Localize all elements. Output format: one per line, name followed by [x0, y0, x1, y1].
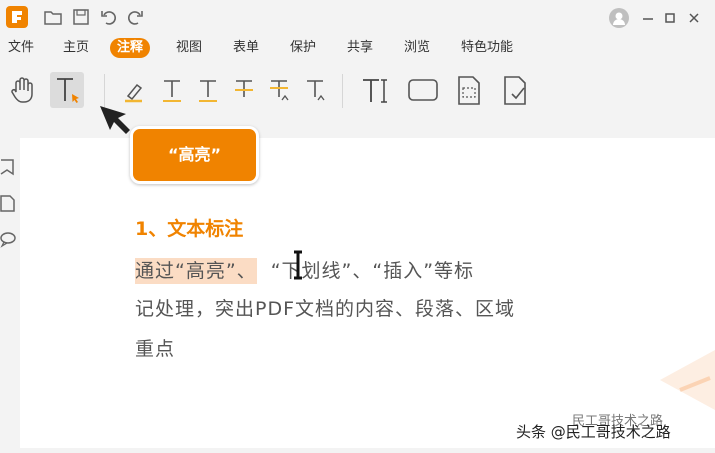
squiggly-text-icon[interactable] — [191, 72, 225, 108]
text-cursor-icon — [291, 250, 305, 284]
body-line-3: 重点 — [135, 338, 176, 360]
maximize-icon[interactable] — [662, 10, 678, 26]
toolbar-separator — [104, 74, 105, 108]
save-icon[interactable] — [70, 6, 92, 28]
undo-icon[interactable] — [98, 6, 120, 28]
close-icon[interactable] — [686, 10, 702, 26]
hand-tool-icon[interactable] — [6, 72, 40, 108]
highlight-callout: “高亮” — [130, 126, 259, 184]
note-check-icon[interactable] — [498, 72, 532, 108]
menu-bar: 文件 主页 注释 视图 表单 保护 共享 浏览 特色功能 — [0, 34, 715, 62]
menu-features[interactable]: 特色功能 — [461, 38, 513, 58]
underline-text-icon[interactable] — [155, 72, 189, 108]
body-line-2: 记处理，突出PDF文档的内容、段落、区域 — [135, 298, 516, 320]
callout-label: “高亮” — [167, 145, 222, 164]
comment-icon[interactable] — [0, 230, 16, 248]
menu-home[interactable]: 主页 — [63, 38, 89, 58]
bookmark-icon[interactable] — [0, 158, 16, 176]
rectangle-icon[interactable] — [406, 72, 440, 108]
menu-share[interactable]: 共享 — [347, 38, 373, 58]
highlighted-text[interactable]: 通过“高亮”、 — [135, 258, 257, 284]
menu-annotate[interactable]: 注释 — [110, 38, 151, 58]
insert-text-icon[interactable] — [298, 72, 332, 108]
folder-open-icon[interactable] — [42, 6, 64, 28]
textbox-icon[interactable] — [452, 72, 486, 108]
user-avatar-icon[interactable] — [608, 7, 630, 29]
toolbar-separator — [342, 74, 343, 108]
highlighter-icon[interactable] — [118, 72, 152, 108]
page-icon[interactable] — [0, 194, 16, 212]
document-page — [20, 138, 715, 448]
redo-icon[interactable] — [124, 6, 146, 28]
menu-protect[interactable]: 保护 — [290, 38, 316, 58]
title-bar — [0, 0, 715, 34]
menu-browse[interactable]: 浏览 — [404, 38, 430, 58]
replace-text-icon[interactable] — [262, 72, 296, 108]
strikeout-text-icon[interactable] — [227, 72, 261, 108]
watermark: 头条 @民工哥技术之路 — [516, 423, 671, 441]
minimize-icon[interactable] — [640, 10, 656, 26]
section-heading: 1、文本标注 — [135, 218, 244, 240]
select-text-icon[interactable] — [50, 72, 84, 108]
menu-file[interactable]: 文件 — [8, 38, 34, 58]
pointer-arrow-icon — [98, 104, 132, 140]
menu-view[interactable]: 视图 — [176, 38, 202, 58]
menu-form[interactable]: 表单 — [233, 38, 259, 58]
app-logo-icon — [6, 6, 28, 28]
typewriter-icon[interactable] — [358, 72, 392, 108]
